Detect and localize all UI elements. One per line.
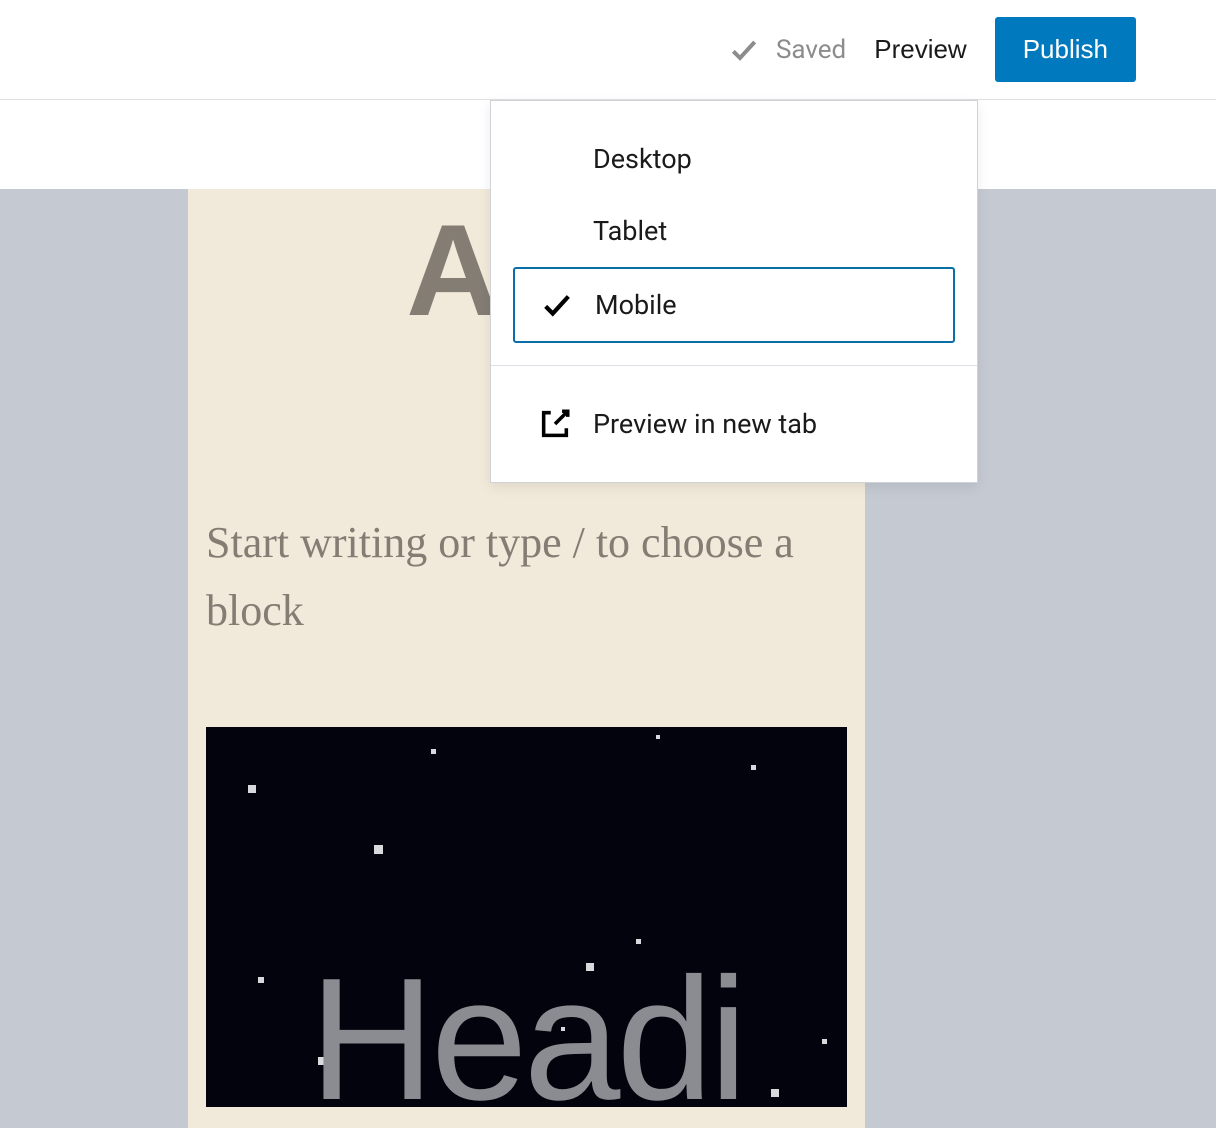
dropdown-item-label: Preview in new tab <box>593 408 817 440</box>
dropdown-section-devices: Desktop Tablet Mobile <box>491 101 977 365</box>
check-icon <box>728 34 760 66</box>
check-icon <box>539 287 575 323</box>
dropdown-item-label: Mobile <box>595 289 677 321</box>
star-decoration <box>751 765 756 770</box>
cover-block[interactable]: Headi <box>206 727 847 1107</box>
dropdown-item-new-tab[interactable]: Preview in new tab <box>513 388 955 460</box>
preview-button[interactable]: Preview <box>874 34 966 65</box>
dropdown-section-actions: Preview in new tab <box>491 366 977 482</box>
star-decoration <box>258 977 264 983</box>
external-link-icon <box>537 406 573 442</box>
star-decoration <box>656 735 660 739</box>
empty-icon-slot <box>537 213 573 249</box>
block-placeholder[interactable]: Start writing or type / to choose a bloc… <box>206 509 847 645</box>
star-decoration <box>822 1039 827 1044</box>
cover-heading[interactable]: Headi <box>309 938 744 1107</box>
dropdown-item-tablet[interactable]: Tablet <box>513 195 955 267</box>
dropdown-item-desktop[interactable]: Desktop <box>513 123 955 195</box>
preview-dropdown: Desktop Tablet Mobile Preview in new tab <box>490 100 978 483</box>
star-decoration <box>374 845 383 854</box>
star-decoration <box>248 785 256 793</box>
star-decoration <box>771 1089 779 1097</box>
dropdown-item-label: Tablet <box>593 215 667 247</box>
empty-icon-slot <box>537 141 573 177</box>
dropdown-item-label: Desktop <box>593 143 692 175</box>
star-decoration <box>431 749 436 754</box>
editor-toolbar: Saved Preview Publish <box>0 0 1216 100</box>
dropdown-item-mobile[interactable]: Mobile <box>513 267 955 343</box>
saved-label: Saved <box>776 35 846 65</box>
saved-indicator: Saved <box>728 34 846 66</box>
publish-button[interactable]: Publish <box>995 17 1136 82</box>
